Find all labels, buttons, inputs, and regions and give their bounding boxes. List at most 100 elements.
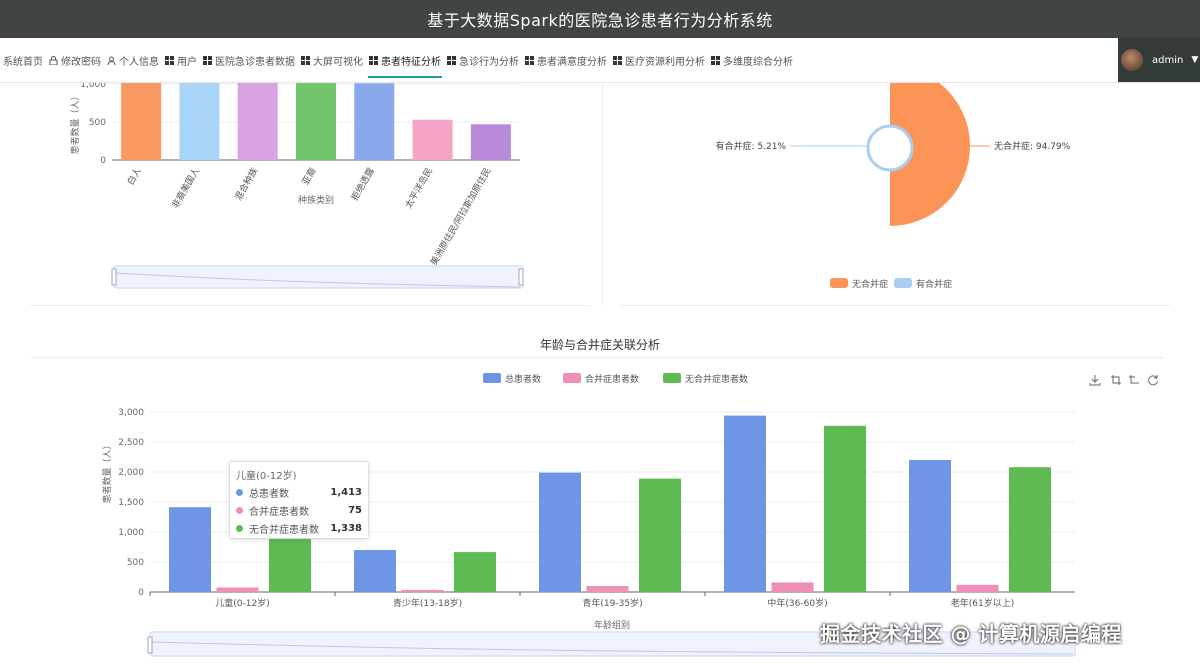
user-menu[interactable]: admin ▼ bbox=[1118, 38, 1200, 82]
nav-item[interactable]: 医院急诊患者数据 bbox=[200, 38, 298, 82]
panel-divider bbox=[30, 305, 590, 306]
slice-label: 有合并症: 5.21% bbox=[716, 140, 787, 152]
bar bbox=[354, 550, 396, 592]
nav-item[interactable]: 个人信息 bbox=[104, 38, 162, 82]
watermark: 掘金技术社区 @ 计算机源启编程 bbox=[820, 622, 1122, 646]
bar bbox=[470, 124, 511, 160]
nav-item-label: 急诊行为分析 bbox=[459, 56, 519, 68]
race-bar-chart: 05001,0001,5002,000白人非裔美国人混合种族亚裔拒绝透露太平洋岛… bbox=[69, 83, 524, 289]
bar bbox=[724, 415, 766, 592]
nav-item[interactable]: 大屏可视化 bbox=[298, 38, 366, 82]
legend-label: 无合并症 bbox=[852, 278, 888, 290]
tooltip-series-value: 1,413 bbox=[330, 486, 362, 498]
nav-item-label: 修改密码 bbox=[61, 56, 101, 68]
zoom-icon[interactable] bbox=[1110, 374, 1122, 386]
tooltip-title: 儿童(0-12岁) bbox=[236, 471, 297, 482]
comorbidity-pie-chart: 无合并症: 94.79% 有合并症: 5.21% 无合并症 有合并症 bbox=[716, 83, 1071, 290]
legend-label: 有合并症 bbox=[916, 278, 952, 290]
nav-item[interactable]: 系统首页 bbox=[0, 38, 46, 82]
restore-icon[interactable] bbox=[1147, 374, 1159, 386]
tooltip-row: 合并症患者数 75 bbox=[236, 502, 362, 518]
chart-tooltip: 儿童(0-12岁) 总患者数 1,413 合并症患者数 75 无合并症患者数 1… bbox=[229, 461, 369, 539]
tooltip-series-value: 75 bbox=[348, 504, 362, 516]
grid-icon bbox=[301, 55, 310, 65]
legend-swatch bbox=[563, 373, 581, 383]
y-axis-label: 患者数量（人） bbox=[69, 91, 81, 154]
nav-item[interactable]: 多维度综合分析 bbox=[708, 38, 796, 82]
age-chart-title: 年龄与合并症关联分析 bbox=[539, 338, 660, 352]
x-axis-label: 种族类别 bbox=[298, 194, 334, 206]
person-icon bbox=[107, 56, 116, 65]
pie-slice bbox=[866, 124, 914, 172]
y-tick-label: 1,000 bbox=[80, 83, 106, 90]
x-tick-label: 美洲原住民/阿拉斯加原住民 bbox=[428, 166, 494, 268]
download-icon[interactable] bbox=[1089, 374, 1101, 386]
nav-item-label: 医疗资源利用分析 bbox=[625, 56, 705, 68]
grid-icon bbox=[369, 55, 378, 65]
series-dot-icon bbox=[236, 524, 243, 532]
bar bbox=[169, 507, 211, 592]
y-tick-label: 2,000 bbox=[118, 468, 144, 478]
y-tick-label: 2,500 bbox=[118, 438, 144, 448]
bar bbox=[956, 584, 999, 592]
series-dot-icon bbox=[236, 488, 243, 496]
zoom-handle bbox=[147, 636, 153, 654]
grid-icon bbox=[525, 55, 534, 65]
legend-label: 无合并症患者数 bbox=[685, 373, 748, 385]
bar bbox=[771, 582, 814, 592]
bar bbox=[454, 552, 496, 592]
nav-item[interactable]: 用户 bbox=[162, 38, 200, 82]
avatar[interactable] bbox=[1121, 49, 1143, 71]
nav-item-label: 多维度综合分析 bbox=[723, 56, 793, 68]
tooltip-series-name: 无合并症患者数 bbox=[249, 524, 319, 536]
x-tick-label: 白人 bbox=[124, 166, 143, 188]
zoom-handle bbox=[111, 268, 117, 286]
y-tick-label: 0 bbox=[100, 156, 106, 166]
series-dot-icon bbox=[236, 506, 243, 514]
y-tick-label: 500 bbox=[89, 118, 106, 128]
nav-item-label: 个人信息 bbox=[119, 56, 159, 68]
bar bbox=[1009, 467, 1051, 592]
nav-item-label: 大屏可视化 bbox=[313, 56, 363, 68]
nav-menu: 系统首页 修改密码 个人信息 用户 医院急诊患者数据 大屏可视化 患者特征分析 急诊行为分析 患… bbox=[0, 38, 796, 82]
nav-item[interactable]: 患者特征分析 bbox=[366, 38, 444, 82]
grid-icon bbox=[447, 55, 456, 65]
legend-label: 合并症患者数 bbox=[585, 373, 639, 385]
legend-swatch bbox=[894, 278, 912, 288]
x-tick-label: 亚裔 bbox=[299, 166, 318, 188]
bar bbox=[586, 586, 629, 592]
nav-item[interactable]: 修改密码 bbox=[46, 38, 104, 82]
bar bbox=[401, 589, 444, 592]
bar bbox=[179, 83, 220, 160]
x-tick-label: 拒绝透露 bbox=[348, 166, 376, 203]
tooltip-row: 无合并症患者数 1,338 bbox=[236, 520, 362, 536]
panel-divider bbox=[30, 357, 1165, 358]
y-tick-label: 1,500 bbox=[118, 498, 144, 508]
bar bbox=[824, 425, 866, 592]
tooltip-row: 总患者数 1,413 bbox=[236, 484, 362, 500]
chevron-down-icon[interactable]: ▼ bbox=[1191, 55, 1198, 65]
grid-icon bbox=[613, 55, 622, 65]
x-tick-label: 中年(36-60岁) bbox=[767, 597, 827, 609]
bar bbox=[121, 83, 162, 160]
panel-divider bbox=[602, 83, 603, 305]
legend-swatch bbox=[663, 373, 681, 383]
app-title: 基于大数据Spark的医院急诊患者行为分析系统 bbox=[427, 11, 773, 30]
username: admin bbox=[1152, 54, 1184, 66]
x-tick-label: 老年(61岁以上) bbox=[951, 597, 1014, 609]
grid-icon bbox=[165, 55, 174, 65]
x-tick-label: 非裔美国人 bbox=[169, 166, 202, 211]
nav-item[interactable]: 医疗资源利用分析 bbox=[610, 38, 708, 82]
nav-item[interactable]: 急诊行为分析 bbox=[444, 38, 522, 82]
panel-divider bbox=[620, 305, 1170, 306]
bar bbox=[909, 460, 951, 592]
zoom-slider bbox=[113, 265, 524, 289]
grid-icon bbox=[203, 55, 212, 65]
bar bbox=[296, 83, 336, 160]
zoom-reset-icon[interactable] bbox=[1128, 374, 1140, 386]
bar bbox=[539, 472, 581, 592]
bar bbox=[354, 83, 395, 160]
nav-item[interactable]: 患者满意度分析 bbox=[522, 38, 610, 82]
legend-swatch bbox=[830, 278, 848, 288]
nav-item-label: 医院急诊患者数据 bbox=[215, 56, 295, 68]
